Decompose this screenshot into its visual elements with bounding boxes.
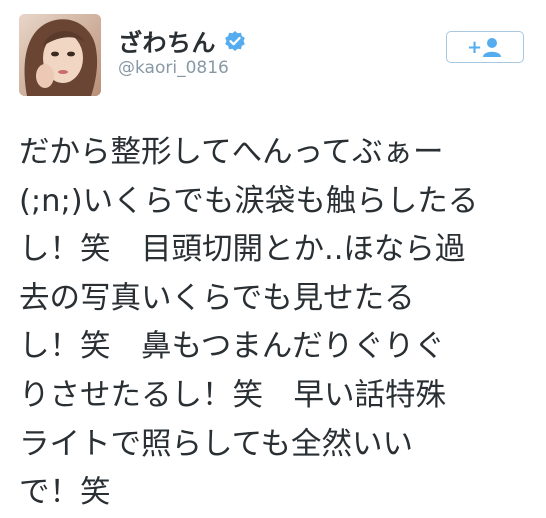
display-name-row[interactable]: ざわちん <box>118 23 246 58</box>
svg-text:+: + <box>467 37 482 58</box>
tweet-text-line: 去の写真いくらでも見せたる <box>19 280 415 316</box>
display-name[interactable]: ざわちん <box>118 23 216 58</box>
tweet-text-line: し！笑 鼻もつまんだりぐりぐ <box>19 329 445 365</box>
tweet-text-line: だから整形してへんってぶぁー <box>19 135 444 170</box>
follow-user-icon: + <box>467 37 501 58</box>
tweet-text-line: (;n;)いくらでも涙袋も触らしたる <box>19 183 479 219</box>
profile-photo-icon <box>19 14 101 96</box>
avatar[interactable] <box>19 14 101 96</box>
tweet-text-line: で！笑 <box>19 475 111 511</box>
tweet-card: ざわちん @kaori_0816 + だから整形してへんってぶぁー (;n;)い… <box>0 0 546 510</box>
tweet-text-line: りさせたるし！笑 早い話特殊 <box>19 377 446 413</box>
tweet-text: だから整形してへんってぶぁー (;n;)いくらでも涙袋も触らしたる し！笑 目頭… <box>19 129 531 518</box>
tweet-text-line: し！笑 目頭切開とか..ほなら過 <box>19 232 466 268</box>
user-handle[interactable]: @kaori_0816 <box>118 58 229 78</box>
follow-button[interactable]: + <box>446 31 524 63</box>
verified-badge-icon <box>224 30 246 52</box>
tweet-text-line: ライトで照らしても全然いい <box>19 426 414 462</box>
